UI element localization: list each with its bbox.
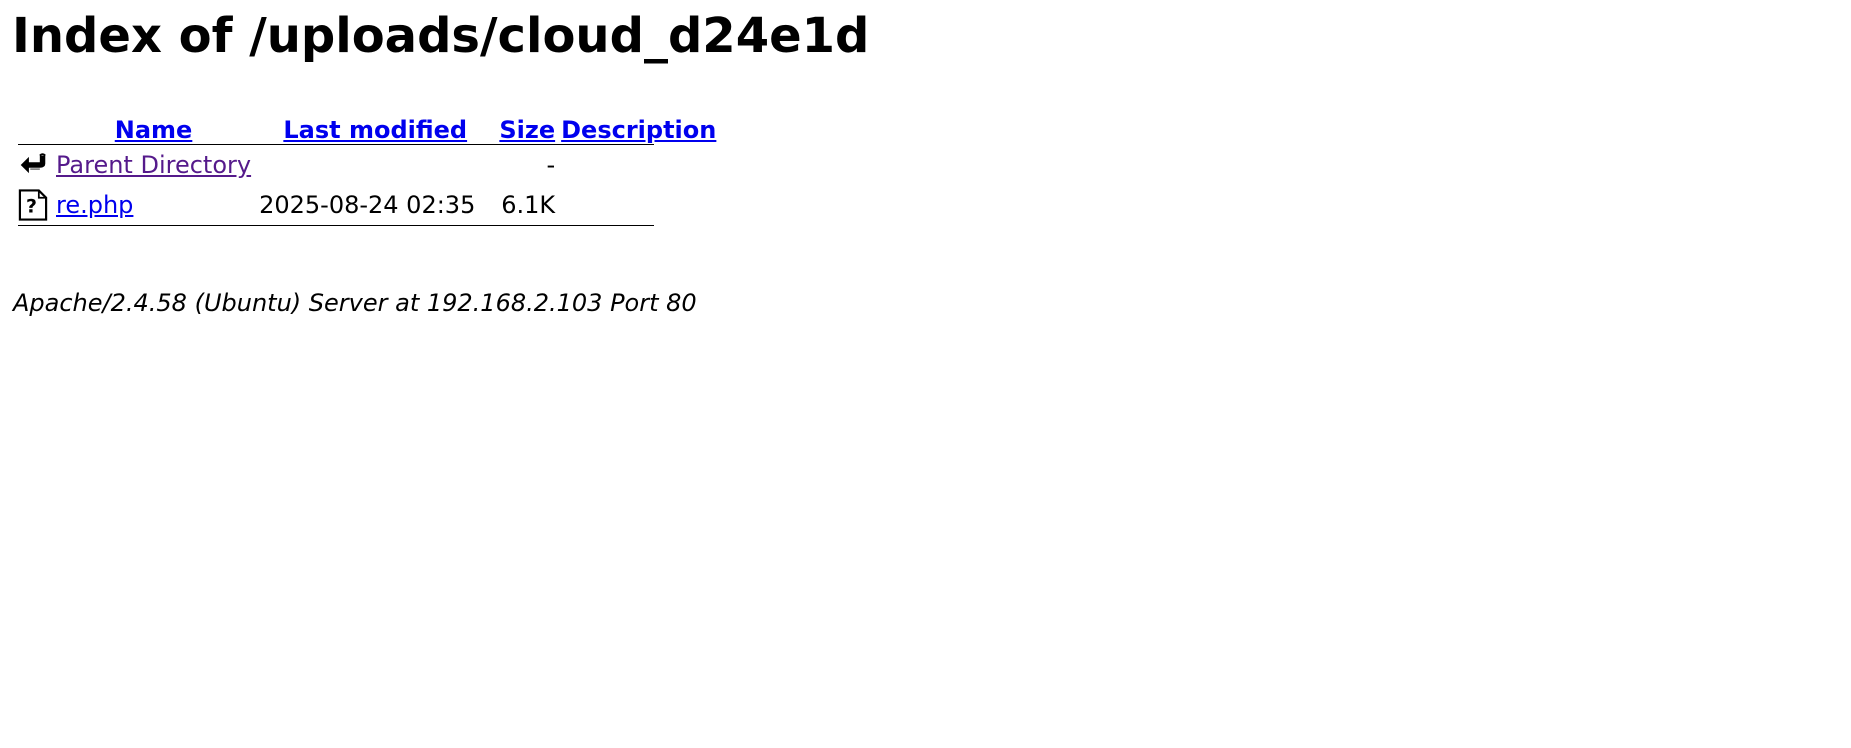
- page-title: Index of /uploads/cloud_d24e1d: [12, 8, 870, 64]
- svg-text:?: ?: [26, 195, 37, 217]
- footer-divider-row: [14, 225, 720, 226]
- sort-by-last-modified-link[interactable]: Last modified: [283, 116, 467, 144]
- description-column-header: Description: [559, 110, 720, 144]
- size-cell: -: [546, 151, 556, 179]
- sort-by-size-link[interactable]: Size: [499, 116, 555, 144]
- server-signature: Apache/2.4.58 (Ubuntu) Server at 192.168…: [13, 289, 697, 317]
- size-cell: 6.1K: [501, 191, 556, 219]
- file-link[interactable]: re.php: [56, 191, 133, 219]
- back-arrow-icon: [18, 150, 48, 180]
- last-modified-cell: [255, 145, 479, 185]
- parent-directory-link[interactable]: Parent Directory: [56, 151, 251, 179]
- last-modified-cell: 2025-08-24 02:35: [259, 191, 476, 219]
- size-column-header: Size: [479, 110, 559, 144]
- sort-by-name-link[interactable]: Name: [115, 116, 193, 144]
- unknown-file-icon: ?: [18, 189, 48, 221]
- footer-divider: [18, 225, 654, 226]
- sort-by-description-link[interactable]: Description: [561, 116, 716, 144]
- icon-column-header: [14, 110, 52, 144]
- name-column-header: Name: [52, 110, 255, 144]
- description-cell: [559, 185, 720, 225]
- description-cell: [559, 145, 720, 185]
- table-row: ? re.php 2025-08-24 02:35 6.1K: [14, 185, 720, 225]
- last-modified-column-header: Last modified: [255, 110, 479, 144]
- directory-listing-table: Name Last modified Size Description Pare…: [14, 110, 720, 226]
- table-header-row: Name Last modified Size Description: [14, 110, 720, 144]
- table-row: Parent Directory -: [14, 145, 720, 185]
